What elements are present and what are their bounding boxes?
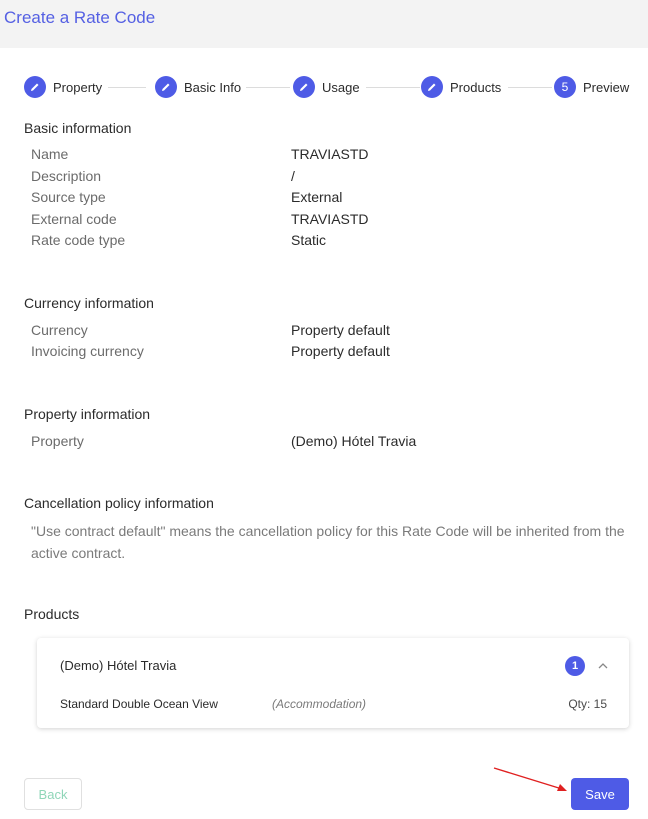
pencil-icon [24, 76, 46, 98]
pencil-icon [421, 76, 443, 98]
step-number: 5 [554, 76, 576, 98]
step-label: Preview [583, 79, 630, 95]
page-title: Create a Rate Code [4, 8, 156, 27]
info-row: Property (Demo) Hótel Travia [31, 433, 611, 453]
step-basic-info[interactable]: Basic Info [155, 75, 241, 99]
product-count-badge: 1 [565, 656, 585, 676]
back-button[interactable]: Back [24, 778, 82, 810]
info-row: Invoicing currency Property default [31, 343, 611, 363]
info-value: TRAVIASTD [291, 211, 369, 227]
step-label: Products [450, 79, 502, 95]
info-value: TRAVIASTD [291, 146, 369, 162]
info-key: External code [31, 211, 117, 227]
info-key: Name [31, 146, 69, 162]
product-card-title: (Demo) Hótel Travia [60, 658, 177, 673]
basic-info-heading: Basic information [24, 120, 132, 136]
step-label: Basic Info [184, 79, 242, 95]
info-value: Static [291, 232, 327, 248]
info-value: External [291, 189, 343, 205]
property-info-heading: Property information [24, 406, 151, 422]
step-connector [108, 87, 146, 88]
currency-info-heading: Currency information [24, 295, 154, 311]
info-key: Property [31, 433, 84, 449]
pencil-icon [155, 76, 177, 98]
products-heading: Products [24, 606, 80, 622]
product-type: (Accommodation) [272, 697, 367, 711]
cancellation-info-heading: Cancellation policy information [24, 495, 214, 511]
step-connector [366, 87, 420, 88]
step-connector [508, 87, 552, 88]
info-value: Property default [291, 322, 390, 338]
info-value: / [291, 168, 295, 184]
info-row: Description / [31, 168, 611, 188]
info-row: Rate code type Static [31, 232, 611, 252]
product-qty: Qty: 15 [568, 697, 607, 711]
pencil-icon [293, 76, 315, 98]
info-row: Name TRAVIASTD [31, 146, 611, 166]
info-row: Currency Property default [31, 322, 611, 342]
info-key: Description [31, 168, 102, 184]
info-value: (Demo) Hótel Travia [291, 433, 417, 449]
save-button[interactable]: Save [571, 778, 629, 810]
info-key: Invoicing currency [31, 343, 144, 359]
info-key: Source type [31, 189, 106, 205]
chevron-up-icon[interactable] [595, 656, 611, 676]
info-key: Rate code type [31, 232, 126, 248]
step-usage[interactable]: Usage [293, 75, 360, 99]
info-row: Source type External [31, 189, 611, 209]
step-label: Property [53, 79, 103, 95]
info-value: Property default [291, 343, 390, 359]
stepper: Property Basic Info Usage Products 5 Pre… [24, 75, 630, 99]
step-products[interactable]: Products [421, 75, 501, 99]
info-row: External code TRAVIASTD [31, 211, 611, 231]
step-label: Usage [322, 79, 360, 95]
product-name: Standard Double Ocean View [60, 697, 218, 711]
product-card: (Demo) Hótel Travia 1 Standard Double Oc… [37, 638, 629, 728]
step-connector [246, 87, 290, 88]
cancellation-note: "Use contract default" means the cancell… [31, 523, 625, 561]
annotation-arrow-icon [493, 767, 567, 791]
step-property[interactable]: Property [24, 75, 102, 99]
info-key: Currency [31, 322, 88, 338]
page-header: Create a Rate Code [0, 0, 648, 48]
step-preview[interactable]: 5 Preview [554, 75, 629, 99]
